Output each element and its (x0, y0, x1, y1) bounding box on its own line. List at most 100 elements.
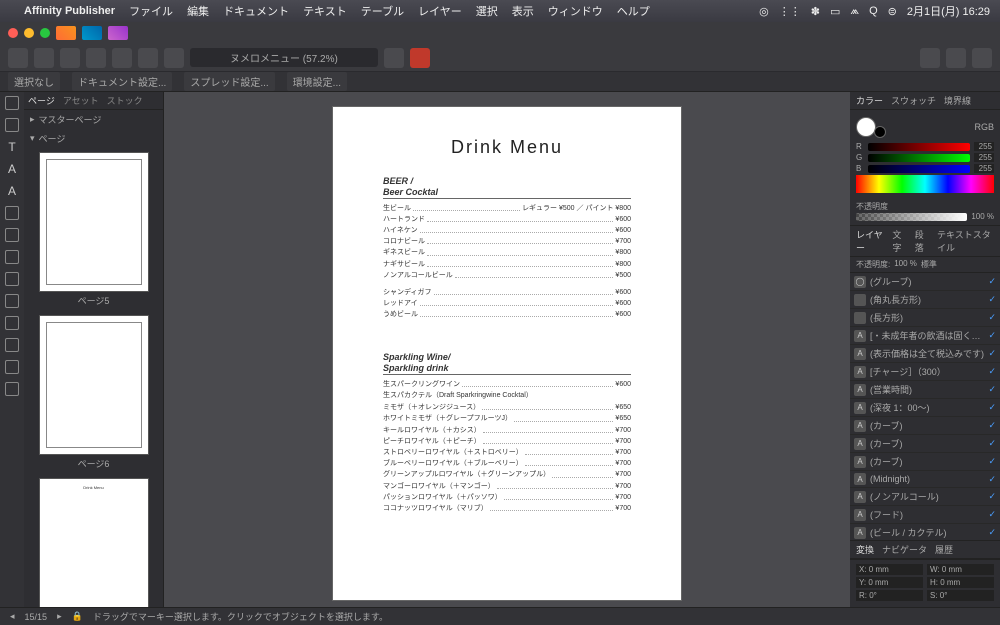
tab-stock[interactable]: ストック (107, 94, 143, 107)
menu-layer[interactable]: レイヤー (418, 3, 462, 19)
canvas[interactable]: Drink Menu BEER /Beer Cocktal 生ビールレギュラー … (164, 92, 850, 607)
visibility-check-icon[interactable]: ✓ (988, 402, 996, 413)
shape-tool-icon[interactable] (5, 250, 19, 264)
opacity-slider[interactable] (856, 213, 967, 221)
tool-btn[interactable] (384, 48, 404, 68)
color-swatch[interactable] (410, 48, 430, 68)
layer-row[interactable]: ◯(グループ)✓ (850, 273, 1000, 291)
fill-tool-icon[interactable] (5, 272, 19, 286)
s-field[interactable]: S: 0° (927, 590, 994, 601)
r-slider[interactable] (868, 143, 970, 151)
menu-document[interactable]: ドキュメント (223, 3, 289, 19)
menu-text[interactable]: テキスト (303, 3, 347, 19)
tool-btn[interactable] (60, 48, 80, 68)
tool-btn[interactable] (138, 48, 158, 68)
tab-transform[interactable]: 変換 (856, 543, 874, 556)
bluetooth-icon[interactable]: ✽ (811, 5, 820, 18)
nav-prev-icon[interactable]: ◂ (10, 611, 15, 622)
r-value[interactable]: 255 (974, 142, 994, 151)
menu-file[interactable]: ファイル (129, 3, 173, 19)
g-value[interactable]: 255 (974, 153, 994, 162)
chevron-down-icon[interactable]: ▾ (30, 133, 35, 144)
visibility-check-icon[interactable]: ✓ (988, 527, 996, 538)
layer-row[interactable]: A(表示価格は全て税込みです)✓ (850, 345, 1000, 363)
persona-designer[interactable] (56, 26, 76, 40)
visibility-check-icon[interactable]: ✓ (988, 420, 996, 431)
visibility-check-icon[interactable]: ✓ (988, 491, 996, 502)
layer-row[interactable]: A(カーブ)✓ (850, 417, 1000, 435)
wifi-icon[interactable]: ⋮⋮ (779, 5, 801, 18)
persona-photo[interactable] (82, 26, 102, 40)
tab-swatches[interactable]: スウォッチ (891, 94, 936, 107)
transparency-icon[interactable] (5, 316, 19, 330)
opacity-value[interactable]: 100 % (971, 212, 994, 221)
persona-publisher[interactable] (108, 26, 128, 40)
tool-btn[interactable] (34, 48, 54, 68)
layer-row[interactable]: (角丸長方形)✓ (850, 291, 1000, 309)
layer-row[interactable]: A(営業時間)✓ (850, 381, 1000, 399)
visibility-check-icon[interactable]: ✓ (988, 294, 996, 305)
page-artboard[interactable]: Drink Menu BEER /Beer Cocktal 生ビールレギュラー … (332, 106, 682, 601)
visibility-check-icon[interactable]: ✓ (988, 456, 996, 467)
visibility-check-icon[interactable]: ✓ (988, 330, 996, 341)
layer-row[interactable]: A[・未成年者の飲酒は固くお断りい✓ (850, 327, 1000, 345)
stroke-color-well[interactable] (874, 126, 886, 138)
tool-btn[interactable] (112, 48, 132, 68)
w-field[interactable]: W: 0 mm (927, 564, 994, 575)
layer-row[interactable]: A(Midnight)✓ (850, 471, 1000, 488)
env-setup-button[interactable]: 環境設定... (287, 72, 347, 91)
lock-icon[interactable]: 🔒 (72, 611, 83, 622)
tool-btn[interactable] (946, 48, 966, 68)
layer-row[interactable]: (長方形)✓ (850, 309, 1000, 327)
layer-opacity-value[interactable]: 100 % (894, 259, 917, 270)
tab-layers[interactable]: レイヤー (856, 228, 884, 254)
tool-btn[interactable] (920, 48, 940, 68)
master-pages-label[interactable]: マスターページ (39, 113, 102, 126)
chevron-right-icon[interactable]: ▸ (30, 114, 35, 125)
h-field[interactable]: H: 0 mm (927, 577, 994, 588)
search-icon[interactable]: Q (869, 5, 878, 17)
visibility-check-icon[interactable]: ✓ (988, 366, 996, 377)
r-field[interactable]: R: 0° (856, 590, 923, 601)
visibility-check-icon[interactable]: ✓ (988, 474, 996, 485)
visibility-check-icon[interactable]: ✓ (988, 438, 996, 449)
clock[interactable]: 2月1日(月) 16:29 (907, 3, 990, 19)
move-tool-icon[interactable] (5, 96, 19, 110)
layer-row[interactable]: A(深夜 1：00〜)✓ (850, 399, 1000, 417)
pen-tool-icon[interactable] (5, 206, 19, 220)
fill-color-well[interactable] (856, 117, 876, 137)
menu-help[interactable]: ヘルプ (617, 3, 650, 19)
text-tool-icon[interactable]: T (5, 140, 19, 154)
page-thumb[interactable]: ページ5 (32, 152, 155, 307)
visibility-check-icon[interactable]: ✓ (988, 276, 996, 287)
artistic-text-icon[interactable]: A (5, 162, 19, 176)
picker-tool-icon[interactable] (5, 338, 19, 352)
spread-setup-button[interactable]: スプレッド設定... (184, 72, 274, 91)
vector-crop-icon[interactable] (5, 294, 19, 308)
zoom-button[interactable] (40, 28, 50, 38)
b-slider[interactable] (868, 165, 970, 173)
app-name[interactable]: Affinity Publisher (24, 5, 115, 17)
hand-tool-icon[interactable] (5, 360, 19, 374)
blend-mode[interactable]: 標準 (921, 259, 937, 270)
tool-btn[interactable] (972, 48, 992, 68)
tool-btn[interactable] (164, 48, 184, 68)
layer-row[interactable]: A(ノンアルコール)✓ (850, 488, 1000, 506)
menu-edit[interactable]: 編集 (187, 3, 209, 19)
tool-btn[interactable] (86, 48, 106, 68)
tab-stroke[interactable]: 境界線 (944, 94, 971, 107)
control-icon[interactable]: ⊜ (888, 5, 897, 18)
visibility-check-icon[interactable]: ✓ (988, 509, 996, 520)
tool-btn[interactable] (8, 48, 28, 68)
table-tool-icon[interactable] (5, 228, 19, 242)
y-field[interactable]: Y: 0 mm (856, 577, 923, 588)
layer-row[interactable]: A(カーブ)✓ (850, 453, 1000, 471)
pages-label[interactable]: ページ (39, 132, 66, 145)
hue-picker[interactable] (856, 175, 994, 193)
menu-table[interactable]: テーブル (361, 3, 404, 19)
g-slider[interactable] (868, 154, 970, 162)
wifi2-icon[interactable]: ⩕ (850, 5, 859, 18)
visibility-check-icon[interactable]: ✓ (988, 384, 996, 395)
b-value[interactable]: 255 (974, 164, 994, 173)
tab-navigator[interactable]: ナビゲータ (882, 543, 927, 556)
